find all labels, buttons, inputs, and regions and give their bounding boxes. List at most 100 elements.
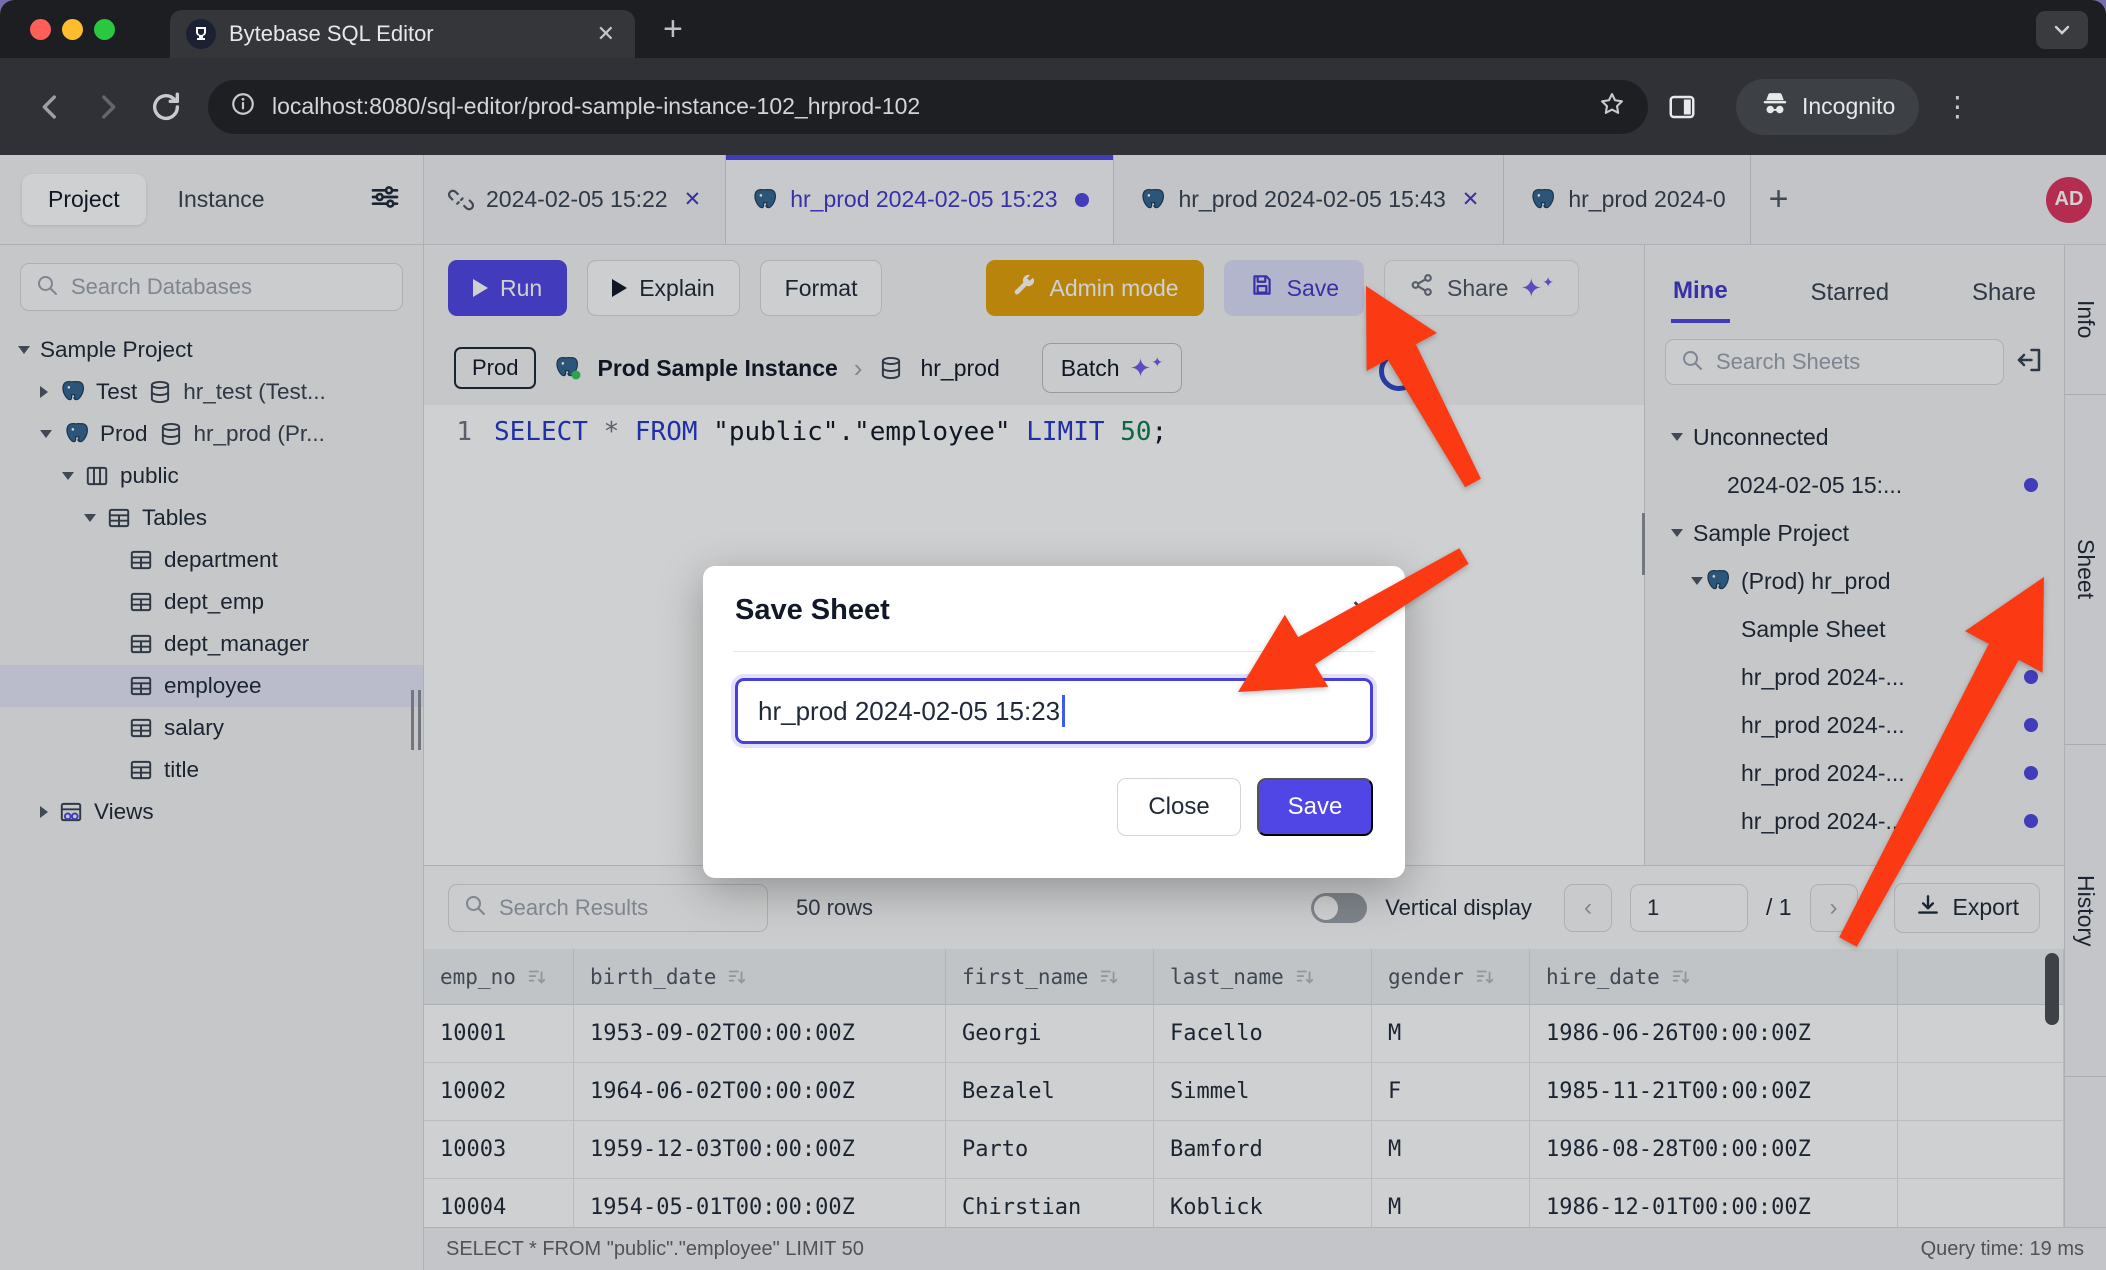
table-cell[interactable]: 10002 — [424, 1063, 574, 1121]
page-number-input[interactable] — [1630, 884, 1748, 932]
new-query-tab-button[interactable]: + — [1751, 180, 1807, 219]
column-header-last_name[interactable]: last_name — [1154, 949, 1372, 1005]
admin-mode-button[interactable]: Admin mode — [986, 260, 1203, 316]
sheet-search-input[interactable] — [1716, 349, 1989, 375]
table-cell[interactable]: 1953-09-02T00:00:00Z — [574, 1005, 946, 1063]
caret-down-icon[interactable] — [1691, 577, 1703, 585]
tab-history[interactable]: History — [2065, 745, 2106, 1077]
tab-sheet[interactable]: Sheet — [2065, 395, 2106, 745]
tab-info[interactable]: Info — [2065, 245, 2106, 395]
table-cell[interactable]: Georgi — [946, 1005, 1154, 1063]
next-page-button[interactable]: › — [1810, 884, 1858, 932]
collapse-panel-icon[interactable] — [2014, 345, 2044, 380]
caret-down-icon[interactable] — [84, 514, 96, 522]
tab-share[interactable]: Share — [1970, 257, 2038, 321]
tree-item-title[interactable]: title — [0, 749, 423, 791]
table-cell[interactable]: Parto — [946, 1121, 1154, 1179]
tree-item-dept-emp[interactable]: dept_emp — [0, 581, 423, 623]
window-close-button[interactable] — [30, 19, 51, 40]
sheet-item-hr-prod-2024-[interactable]: hr_prod 2024-... — [1645, 653, 2064, 701]
tree-item-public[interactable]: public — [0, 455, 423, 497]
tree-item-salary[interactable]: salary — [0, 707, 423, 749]
save-button[interactable]: Save — [1224, 260, 1364, 316]
tree-item-tables[interactable]: Tables — [0, 497, 423, 539]
reload-icon[interactable] — [142, 83, 190, 131]
browser-tab-close-icon[interactable]: ✕ — [593, 21, 619, 47]
export-button[interactable]: Export — [1894, 883, 2040, 933]
tree-item-views[interactable]: Views — [0, 791, 423, 833]
caret-down-icon[interactable] — [1671, 433, 1683, 441]
table-cell[interactable]: 1954-05-01T00:00:00Z — [574, 1179, 946, 1227]
tree-item-employee[interactable]: employee — [0, 665, 423, 707]
table-cell[interactable]: 1986-12-01T00:00:00Z — [1530, 1179, 1898, 1227]
column-header-first_name[interactable]: first_name — [946, 949, 1154, 1005]
ai-assistant-ring-icon[interactable] — [1379, 351, 1419, 391]
column-header-hire_date[interactable]: hire_date — [1530, 949, 1898, 1005]
column-header-birth_date[interactable]: birth_date — [574, 949, 946, 1005]
dialog-close-button[interactable]: Close — [1117, 778, 1241, 836]
sheet-item-hr-prod-2024-[interactable]: hr_prod 2024-... — [1645, 701, 2064, 749]
explain-button[interactable]: Explain — [587, 260, 739, 316]
table-cell[interactable]: Simmel — [1154, 1063, 1372, 1121]
share-button[interactable]: Share ✦✦ — [1384, 260, 1579, 316]
sheet-name-input[interactable]: hr_prod 2024-02-05 15:23 — [735, 678, 1373, 744]
editor-tab-1[interactable]: 2024-02-05 15:22✕ — [424, 155, 726, 244]
table-cell[interactable]: Bezalel — [946, 1063, 1154, 1121]
sheet-item-hr-prod-2024-[interactable]: hr_prod 2024-... — [1645, 749, 2064, 797]
sheet-item-unconnected[interactable]: Unconnected — [1645, 413, 2064, 461]
table-cell[interactable]: Koblick — [1154, 1179, 1372, 1227]
address-bar[interactable]: localhost:8080/sql-editor/prod-sample-in… — [208, 80, 1648, 134]
tree-item-sample-project[interactable]: Sample Project — [0, 329, 423, 371]
table-cell[interactable]: 1964-06-02T00:00:00Z — [574, 1063, 946, 1121]
table-cell[interactable]: M — [1372, 1121, 1530, 1179]
format-button[interactable]: Format — [760, 260, 883, 316]
window-minimize-button[interactable] — [62, 19, 83, 40]
sidebar-resize-handle[interactable] — [411, 690, 421, 750]
table-scrollbar[interactable] — [2045, 953, 2059, 1025]
sheet-item--prod-hr-prod[interactable]: (Prod) hr_prod — [1645, 557, 2064, 605]
tree-item-prod[interactable]: Prodhr_prod (Pr... — [0, 413, 423, 455]
results-search-input[interactable] — [499, 895, 753, 921]
sheet-panel-resize-handle[interactable] — [1642, 513, 1645, 575]
table-cell[interactable]: 10001 — [424, 1005, 574, 1063]
close-tab-icon[interactable]: ✕ — [684, 187, 702, 212]
close-tab-icon[interactable]: ✕ — [1462, 187, 1480, 212]
table-cell[interactable]: 1986-06-26T00:00:00Z — [1530, 1005, 1898, 1063]
prev-page-button[interactable]: ‹ — [1564, 884, 1612, 932]
vertical-display-toggle[interactable] — [1311, 893, 1367, 923]
tree-item-dept-manager[interactable]: dept_manager — [0, 623, 423, 665]
tab-project[interactable]: Project — [22, 174, 146, 225]
tree-item-test[interactable]: Testhr_test (Test... — [0, 371, 423, 413]
caret-down-icon[interactable] — [62, 472, 74, 480]
caret-right-icon[interactable] — [40, 806, 48, 818]
batch-button[interactable]: Batch ✦✦ — [1042, 343, 1182, 393]
table-cell[interactable]: 10003 — [424, 1121, 574, 1179]
tab-search-chevron-button[interactable] — [2036, 11, 2088, 49]
sheet-menu-icon[interactable]: ••• — [2007, 615, 2038, 643]
caret-down-icon[interactable] — [1671, 529, 1683, 537]
column-header-emp_no[interactable]: emp_no — [424, 949, 574, 1005]
table-cell[interactable]: Bamford — [1154, 1121, 1372, 1179]
sheet-item-2024-02-05-15-[interactable]: 2024-02-05 15:... — [1645, 461, 2064, 509]
caret-down-icon[interactable] — [40, 430, 52, 438]
back-icon[interactable] — [26, 83, 74, 131]
editor-tab-4[interactable]: hr_prod 2024-0 — [1504, 155, 1750, 244]
run-button[interactable]: Run — [448, 260, 567, 316]
environment-chip[interactable]: Prod — [454, 347, 536, 389]
database-name[interactable]: hr_prod — [920, 355, 999, 382]
database-search-input[interactable] — [71, 274, 388, 300]
forward-icon[interactable] — [84, 83, 132, 131]
editor-tab-3[interactable]: hr_prod 2024-02-05 15:43✕ — [1114, 155, 1504, 244]
browser-menu-icon[interactable]: ⋮ — [1943, 90, 1973, 123]
window-zoom-button[interactable] — [94, 19, 115, 40]
instance-name[interactable]: Prod Sample Instance — [597, 355, 837, 382]
side-panel-icon[interactable] — [1658, 83, 1706, 131]
tab-starred[interactable]: Starred — [1808, 257, 1891, 321]
table-cell[interactable]: M — [1372, 1005, 1530, 1063]
caret-down-icon[interactable] — [18, 346, 30, 354]
sheet-item-sample-project[interactable]: Sample Project — [1645, 509, 2064, 557]
caret-right-icon[interactable] — [40, 386, 48, 398]
column-header-gender[interactable]: gender — [1372, 949, 1530, 1005]
table-cell[interactable]: 1959-12-03T00:00:00Z — [574, 1121, 946, 1179]
sheet-item-hr-prod-2024-[interactable]: hr_prod 2024-... — [1645, 797, 2064, 845]
